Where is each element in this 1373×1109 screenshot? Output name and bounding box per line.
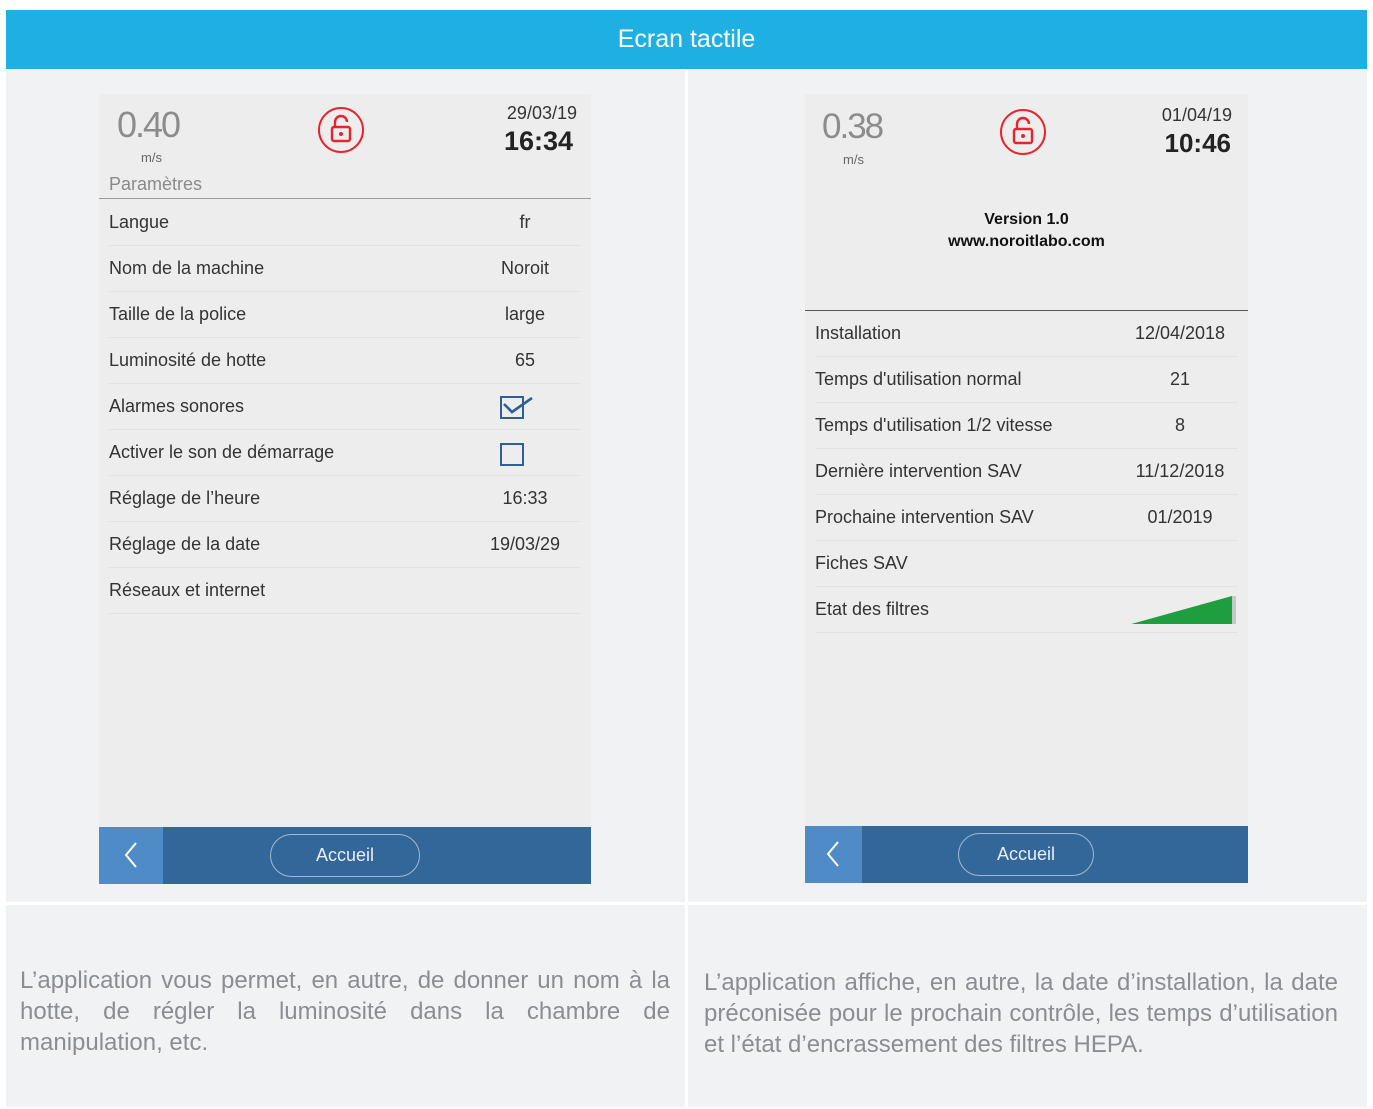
row-label: Taille de la police	[109, 304, 247, 324]
info-row-half-speed-usage: Temps d'utilisation 1/2 vitesse 8	[815, 403, 1238, 449]
settings-row-langue[interactable]: Langue fr	[109, 200, 581, 246]
info-row-normal-usage: Temps d'utilisation normal 21	[815, 357, 1238, 403]
row-value: 8	[1174, 415, 1185, 435]
checkmark-icon	[503, 396, 533, 414]
chevron-left-icon	[826, 841, 839, 867]
row-label: Réseaux et internet	[109, 580, 266, 600]
bottom-nav-bar: Accueil	[99, 827, 591, 884]
sound-alarms-checkbox[interactable]	[500, 396, 533, 419]
info-row-next-service: Prochaine intervention SAV 01/2019	[815, 495, 1238, 541]
row-value: large	[504, 304, 546, 324]
website-label: www.noroitlabo.com	[948, 233, 1105, 250]
home-button[interactable]: Accueil	[270, 834, 420, 877]
version-label: Version 1.0	[984, 211, 1069, 228]
airspeed-unit: m/s	[141, 150, 162, 165]
row-value: 12/04/2018	[1134, 323, 1226, 343]
row-label: Etat des filtres	[815, 599, 930, 619]
row-value: 65	[514, 350, 536, 370]
row-label: Nom de la machine	[109, 258, 265, 278]
row-value: fr	[519, 212, 531, 232]
unlocked-padlock-icon[interactable]	[318, 107, 364, 153]
row-value: 16:33	[502, 488, 548, 508]
page-title: Ecran tactile	[617, 25, 756, 53]
startup-sound-checkbox[interactable]	[500, 443, 524, 466]
settings-row-startup-sound[interactable]: Activer le son de démarrage	[109, 430, 581, 476]
airspeed-value: 0.40	[117, 104, 181, 145]
row-value: 01/2019	[1147, 507, 1213, 527]
row-value: 19/03/29	[489, 534, 561, 554]
row-label: Prochaine intervention SAV	[815, 507, 1034, 527]
row-label: Fiches SAV	[815, 553, 908, 573]
section-title: Paramètres	[109, 174, 203, 194]
settings-row-time[interactable]: Réglage de l’heure 16:33	[109, 476, 581, 522]
row-label: Luminosité de hotte	[109, 350, 267, 370]
row-label: Temps d'utilisation 1/2 vitesse	[815, 415, 1053, 435]
settings-row-network[interactable]: Réseaux et internet	[109, 568, 581, 614]
info-row-last-service: Dernière intervention SAV 11/12/2018	[815, 449, 1238, 495]
airspeed-value: 0.38	[822, 107, 884, 146]
settings-row-date[interactable]: Réglage de la date 19/03/29	[109, 522, 581, 568]
row-label: Dernière intervention SAV	[815, 461, 1022, 481]
page-header: Ecran tactile	[6, 10, 1367, 69]
row-label: Installation	[815, 323, 902, 343]
caption-left: L’application vous permet, en autre, de …	[20, 967, 670, 1056]
bottom-nav-bar: Accueil	[805, 826, 1248, 883]
row-label: Langue	[109, 212, 170, 232]
date-display: 29/03/19	[506, 103, 577, 123]
date-display: 01/04/19	[1161, 105, 1232, 125]
header-divider	[99, 198, 591, 199]
row-label: Activer le son de démarrage	[109, 442, 335, 462]
row-label: Alarmes sonores	[109, 396, 245, 416]
filter-level-fill	[1131, 596, 1232, 624]
settings-row-font-size[interactable]: Taille de la police large	[109, 292, 581, 338]
row-value: 21	[1169, 369, 1191, 389]
row-value: 11/12/2018	[1135, 461, 1225, 481]
time-display: 16:34	[503, 126, 573, 156]
info-row-installation: Installation 12/04/2018	[815, 311, 1238, 357]
row-label: Réglage de la date	[109, 534, 261, 554]
screen-settings: 0.40 m/s 29/03/19 16:34 Paramètres Langu…	[99, 94, 591, 884]
info-row-service-sheets[interactable]: Fiches SAV	[815, 541, 1238, 587]
settings-row-sound-alarms[interactable]: Alarmes sonores	[109, 384, 581, 430]
home-button[interactable]: Accueil	[958, 833, 1094, 876]
settings-row-machine-name[interactable]: Nom de la machine Noroit	[109, 246, 581, 292]
filter-state-gauge	[1131, 596, 1236, 624]
chevron-left-icon	[124, 842, 137, 868]
row-value: Noroit	[500, 258, 549, 278]
time-display: 10:46	[1164, 128, 1232, 158]
settings-row-brightness[interactable]: Luminosité de hotte 65	[109, 338, 581, 384]
row-label: Réglage de l’heure	[109, 488, 261, 508]
back-button[interactable]	[99, 827, 163, 884]
filter-gauge-end	[1232, 596, 1236, 624]
caption-right: L’application affiche, en autre, la date…	[704, 969, 1338, 1058]
screen-info: 0.38 m/s 01/04/19 10:46 Version 1.0 www.…	[805, 94, 1248, 883]
unlocked-padlock-icon[interactable]	[1000, 109, 1046, 155]
back-button[interactable]	[805, 826, 862, 883]
row-label: Temps d'utilisation normal	[815, 369, 1022, 389]
info-row-filter-state: Etat des filtres	[815, 587, 1238, 633]
airspeed-unit: m/s	[843, 152, 864, 167]
